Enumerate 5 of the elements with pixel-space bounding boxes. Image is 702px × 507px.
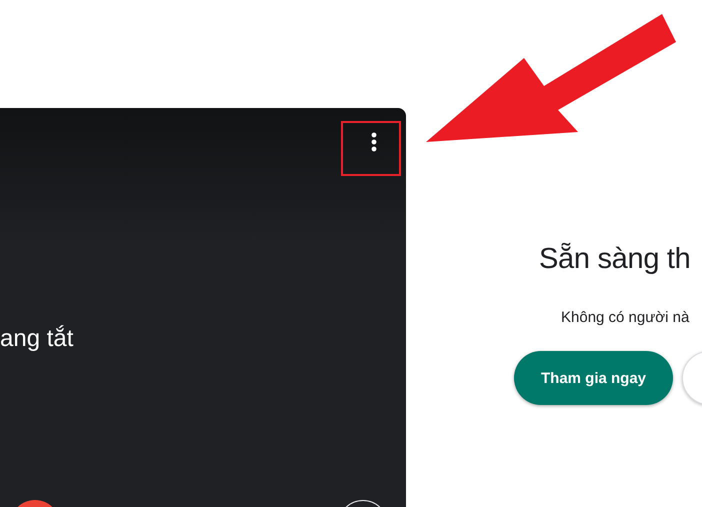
join-title: Sẵn sàng th	[539, 242, 692, 277]
more-icon	[371, 132, 377, 152]
participants-note: Không có người nà	[561, 308, 690, 328]
camera-status: ang tắt	[0, 324, 74, 354]
join-button[interactable]: Tham gia ngay	[514, 351, 674, 405]
